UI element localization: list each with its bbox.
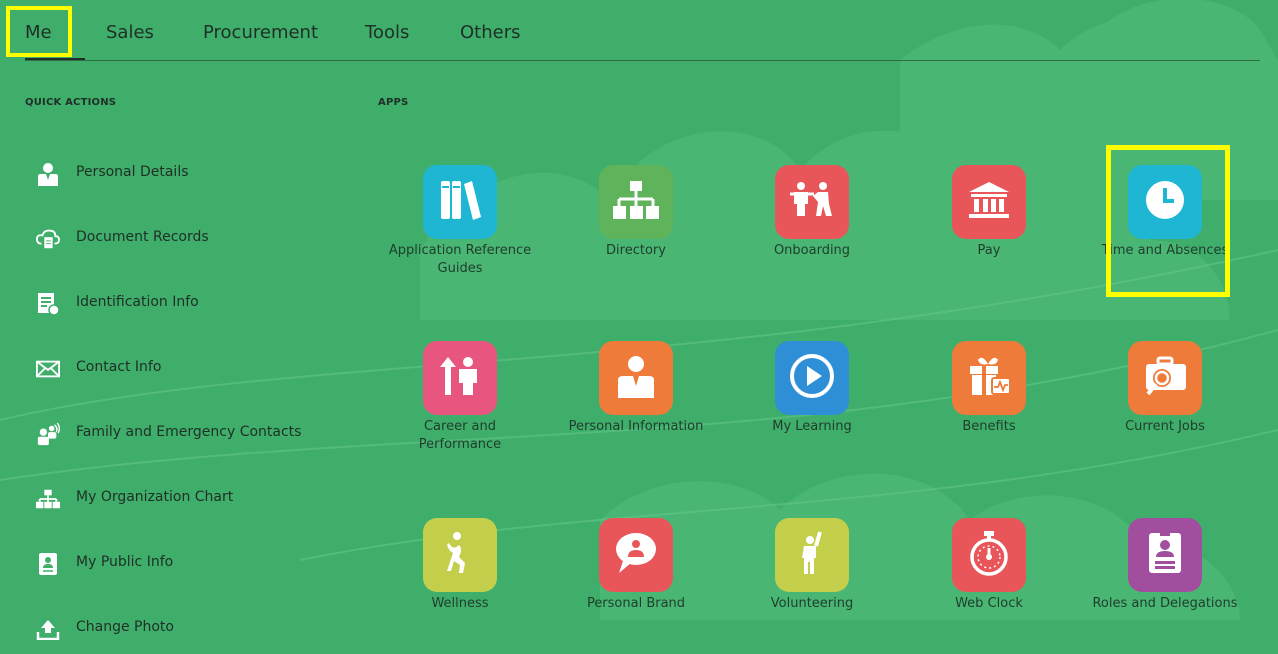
career-icon — [438, 355, 482, 401]
app-onboarding[interactable]: Onboarding — [737, 165, 887, 265]
app-label: Web Clock — [955, 596, 1023, 611]
org-chart-icon — [36, 487, 60, 511]
person-icon — [36, 162, 60, 186]
badge-icon — [36, 552, 60, 576]
id-document-icon — [36, 292, 60, 316]
app-label: Personal Brand — [586, 596, 686, 611]
play-icon — [789, 353, 835, 403]
app-tile — [599, 341, 673, 415]
app-tile — [952, 341, 1026, 415]
highlight-box-me — [6, 6, 72, 57]
quick-action-label: Personal Details — [76, 164, 189, 180]
app-label: Current Jobs — [1125, 419, 1205, 434]
app-tile — [1128, 518, 1202, 592]
app-label: Application Reference Guides — [388, 243, 532, 276]
app-label: My Learning — [772, 419, 852, 434]
quick-action-label: My Public Info — [76, 554, 174, 570]
quick-action-document-records[interactable]: Document Records — [36, 225, 209, 253]
app-label: Volunteering — [770, 596, 854, 611]
cloud-document-icon — [36, 227, 60, 251]
quick-action-personal-details[interactable]: Personal Details — [36, 160, 189, 188]
nav-divider — [25, 60, 1260, 61]
onboarding-icon — [788, 180, 836, 224]
app-label: Onboarding — [773, 243, 851, 258]
app-tile — [423, 518, 497, 592]
app-label: Career and Performance — [418, 419, 502, 452]
quick-action-label: Identification Info — [76, 294, 199, 310]
tab-tools[interactable]: Tools — [365, 22, 409, 43]
app-tile — [952, 165, 1026, 239]
app-current-jobs[interactable]: Current Jobs — [1090, 341, 1240, 441]
app-personal-information[interactable]: Personal Information — [561, 341, 711, 441]
person-card-icon — [617, 354, 655, 402]
upload-icon — [36, 617, 60, 641]
app-my-learning[interactable]: My Learning — [737, 341, 887, 441]
quick-action-org-chart[interactable]: My Organization Chart — [36, 485, 233, 513]
top-navigation: Me Sales Procurement Tools Others — [0, 0, 1278, 62]
app-benefits[interactable]: Benefits — [914, 341, 1064, 441]
volunteer-icon — [798, 530, 826, 580]
id-badge-icon — [1147, 531, 1183, 579]
family-contacts-icon — [36, 422, 60, 446]
app-label: Directory — [606, 243, 666, 258]
app-tile — [952, 518, 1026, 592]
org-chart-icon — [613, 179, 659, 225]
wellness-icon — [445, 531, 475, 579]
tab-sales[interactable]: Sales — [106, 22, 154, 43]
app-career-and-performance[interactable]: Career and Performance — [385, 341, 535, 452]
app-label: Benefits — [962, 419, 1016, 434]
tab-others[interactable]: Others — [460, 22, 521, 43]
app-directory[interactable]: Directory — [561, 165, 711, 265]
highlight-box-time-and-absences — [1106, 145, 1230, 297]
quick-action-label: Document Records — [76, 229, 209, 245]
app-label: Roles and Delegations — [1092, 596, 1238, 611]
quick-action-identification-info[interactable]: Identification Info — [36, 290, 199, 318]
quick-action-family-contacts[interactable]: Family and Emergency Contacts — [36, 420, 301, 448]
stopwatch-icon — [968, 530, 1010, 580]
quick-actions-title: QUICK ACTIONS — [25, 97, 117, 108]
app-tile — [423, 341, 497, 415]
app-label: Wellness — [431, 596, 489, 611]
app-label: Pay — [977, 243, 1001, 258]
envelope-icon — [36, 357, 60, 381]
gift-icon — [966, 354, 1012, 402]
tab-procurement[interactable]: Procurement — [203, 22, 318, 43]
app-personal-brand[interactable]: Personal Brand — [561, 518, 711, 618]
app-pay[interactable]: Pay — [914, 165, 1064, 265]
app-tile — [599, 165, 673, 239]
app-web-clock[interactable]: Web Clock — [914, 518, 1064, 618]
speech-person-icon — [613, 531, 659, 579]
quick-action-public-info[interactable]: My Public Info — [36, 550, 173, 578]
app-tile — [775, 165, 849, 239]
apps-title: APPS — [378, 97, 409, 108]
quick-action-label: Family and Emergency Contacts — [76, 424, 302, 440]
bank-icon — [967, 180, 1011, 224]
app-wellness[interactable]: Wellness — [385, 518, 535, 618]
books-icon — [438, 177, 482, 227]
app-roles-and-delegations[interactable]: Roles and Delegations — [1090, 518, 1240, 618]
quick-action-label: My Organization Chart — [76, 489, 234, 505]
app-application-reference-guides[interactable]: Application Reference Guides — [385, 165, 535, 276]
app-tile — [423, 165, 497, 239]
app-tile — [775, 341, 849, 415]
quick-action-label: Contact Info — [76, 359, 162, 375]
app-tile — [775, 518, 849, 592]
app-volunteering[interactable]: Volunteering — [737, 518, 887, 618]
app-tile — [1128, 341, 1202, 415]
quick-action-label: Change Photo — [76, 619, 174, 635]
quick-action-change-photo[interactable]: Change Photo — [36, 615, 174, 643]
app-label: Personal Information — [568, 419, 704, 434]
briefcase-search-icon — [1142, 354, 1188, 402]
app-tile — [599, 518, 673, 592]
quick-action-contact-info[interactable]: Contact Info — [36, 355, 161, 383]
